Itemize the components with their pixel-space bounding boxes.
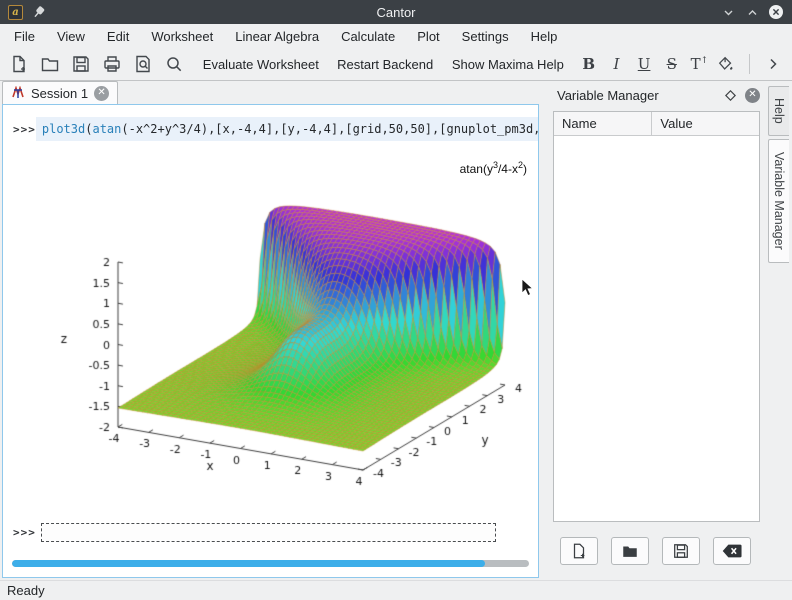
command-entry: >>> plot3d(atan(-x^2+y^3/4),[x,-4,4],[y,… [13,117,530,141]
italic-button[interactable]: I [603,51,631,77]
titlebar: a Cantor [0,0,792,24]
save-icon [672,542,690,560]
folder-icon [40,54,60,74]
print-icon [102,54,122,74]
next-entry-prompt: >>> [13,526,41,539]
clear-variables-button[interactable] [713,537,751,565]
session-progress-bar [12,560,529,567]
print-preview-icon [133,54,153,74]
open-button[interactable] [37,51,63,77]
bold-button[interactable]: B [575,51,603,77]
restart-backend-label: Restart Backend [337,57,433,72]
column-header-name[interactable]: Name [554,112,652,135]
bold-icon: B [578,55,600,73]
variables-table-body [554,136,759,521]
add-variable-button[interactable] [560,537,598,565]
save-icon [71,54,91,74]
variable-manager-header: Variable Manager ✕ [547,83,764,107]
italic-icon: I [606,55,628,73]
menu-calculate[interactable]: Calculate [330,26,406,47]
menu-view[interactable]: View [46,26,96,47]
menu-edit[interactable]: Edit [96,26,140,47]
tab-session-1[interactable]: Session 1 ✕ [2,81,118,104]
menu-worksheet[interactable]: Worksheet [140,26,224,47]
new-worksheet-button[interactable] [6,51,32,77]
maximize-button[interactable] [744,4,760,20]
paint-bucket-icon [717,55,735,73]
search-icon [164,54,184,74]
show-maxima-help-button[interactable]: Show Maxima Help [446,51,565,77]
document-new-icon [570,542,588,560]
underline-icon: U [633,55,655,73]
variable-manager-title: Variable Manager [557,88,659,103]
strikethrough-icon: S [661,55,683,73]
font-size-icon: T↑ [689,55,711,73]
toolbar: Evaluate Worksheet Restart Backend Show … [0,48,792,81]
folder-icon [621,542,639,560]
document-new-icon [9,54,29,74]
command-code: plot3d(atan(-x^2+y^3/4),[x,-4,4],[y,-4,4… [42,122,539,136]
worksheet[interactable]: >>> plot3d(atan(-x^2+y^3/4),[x,-4,4],[y,… [2,104,539,578]
progress-fill [12,560,485,567]
evaluate-worksheet-button[interactable]: Evaluate Worksheet [197,51,320,77]
strikethrough-button[interactable]: S [658,51,686,77]
menu-settings[interactable]: Settings [451,26,520,47]
chevron-right-icon [766,57,780,71]
plot3d-canvas [12,150,537,518]
backspace-icon [722,543,742,559]
pin-icon[interactable] [32,6,45,19]
session-tab-label: Session 1 [31,86,88,101]
next-entry: >>> [13,521,530,543]
window-title: Cantor [0,5,792,20]
print-button[interactable] [99,51,125,77]
toolbar-overflow-button[interactable] [760,51,786,77]
worksheet-column: Session 1 ✕ >>> plot3d(atan(-x^2+y^3/4),… [0,81,545,580]
command-input[interactable]: plot3d(atan(-x^2+y^3/4),[x,-4,4],[y,-4,4… [36,117,539,141]
main-area: Session 1 ✕ >>> plot3d(atan(-x^2+y^3/4),… [0,81,792,580]
next-entry-input[interactable] [41,523,496,542]
menu-file[interactable]: File [3,26,46,47]
variable-manager-buttons [547,528,764,574]
plot-title: atan(y3/4-x2) [460,160,527,176]
variables-table-header: Name Value [554,112,759,136]
save-variables-button[interactable] [662,537,700,565]
toolbar-separator [749,54,750,74]
column-header-value[interactable]: Value [652,112,759,135]
text-color-button[interactable] [713,51,739,77]
tab-close-icon[interactable]: ✕ [94,86,109,101]
underline-button[interactable]: U [630,51,658,77]
float-panel-icon[interactable] [725,90,736,101]
variable-manager-panel: Variable Manager ✕ Name Value [545,81,768,580]
menubar: File View Edit Worksheet Linear Algebra … [0,24,792,48]
show-maxima-help-label: Show Maxima Help [452,57,564,72]
side-tab-strip: Help Variable Manager [768,81,792,580]
command-prompt: >>> [13,123,36,136]
close-button[interactable] [768,4,784,20]
side-tab-help[interactable]: Help [768,86,789,136]
variables-table[interactable]: Name Value [553,111,760,522]
save-button[interactable] [68,51,94,77]
restart-backend-button[interactable]: Restart Backend [330,51,436,77]
maxima-icon [11,86,25,100]
cantor-window: a Cantor File View Edit Workshee [0,0,792,600]
side-tab-variable-manager[interactable]: Variable Manager [768,139,789,263]
print-preview-button[interactable] [130,51,156,77]
font-size-button[interactable]: T↑ [686,51,714,77]
tab-bar: Session 1 ✕ [0,81,545,104]
statusbar: Ready [0,580,792,600]
menu-plot[interactable]: Plot [406,26,450,47]
close-panel-icon[interactable]: ✕ [745,88,760,103]
evaluate-worksheet-label: Evaluate Worksheet [203,57,319,72]
minimize-button[interactable] [720,4,736,20]
menu-help[interactable]: Help [520,26,569,47]
status-text: Ready [7,583,45,598]
app-icon[interactable]: a [8,5,23,20]
menu-linear-algebra[interactable]: Linear Algebra [224,26,330,47]
plot-result: atan(y3/4-x2) [12,150,537,518]
search-button[interactable] [161,51,187,77]
load-variables-button[interactable] [611,537,649,565]
